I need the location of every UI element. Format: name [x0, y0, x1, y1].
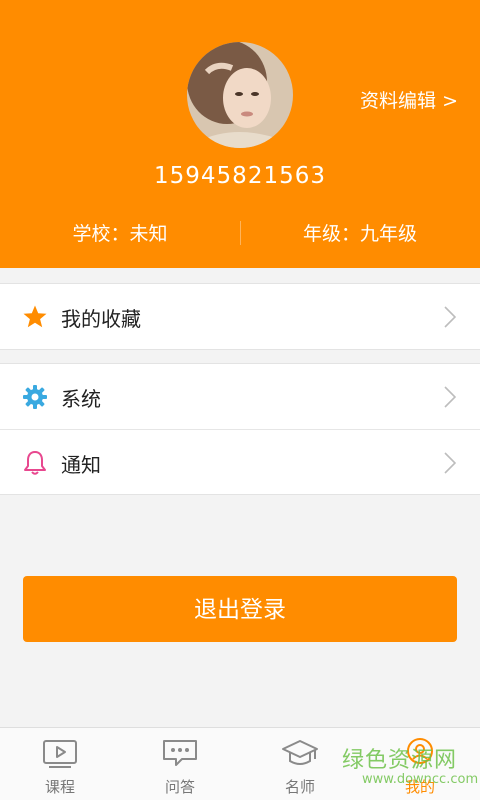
profile-info-row: 学校：未知 年级：九年级 [0, 219, 480, 247]
notifications-label: 通知 [61, 453, 101, 477]
watermark-url-text: www.downcc.com [362, 772, 479, 787]
gear-icon [23, 385, 47, 409]
favorites-label: 我的收藏 [61, 307, 141, 331]
logout-button[interactable]: 退出登录 [23, 576, 457, 642]
star-icon [23, 305, 47, 328]
avatar[interactable] [187, 42, 293, 148]
watermark-cn-text: 绿色资源网 [342, 748, 458, 773]
favorites-group: 我的收藏 [0, 283, 480, 350]
edit-profile-link[interactable]: 资料编辑 > [360, 86, 458, 113]
menu-item-system[interactable]: 系统 [0, 364, 480, 429]
settings-group: 系统 通知 [0, 363, 480, 495]
chevron-right-icon [444, 452, 456, 474]
tab-courses-label: 课程 [44, 778, 75, 796]
chat-bubble-icon [163, 740, 197, 766]
tab-qa-label: 问答 [164, 778, 195, 796]
tab-qa[interactable]: 问答 [120, 728, 240, 800]
play-video-icon [43, 740, 77, 768]
grade-info: 年级：九年级 [302, 223, 417, 245]
system-label: 系统 [61, 387, 101, 411]
phone-number: 15945821563 [154, 163, 326, 189]
graduation-cap-icon [282, 740, 318, 765]
profile-header: 资料编辑 > 15945821563 学校：未知 年级：九年级 [0, 0, 480, 268]
watermark: 绿色资源网 www.downcc.com [342, 742, 478, 794]
tab-courses[interactable]: 课程 [0, 728, 120, 800]
chevron-right-icon [444, 386, 456, 408]
menu-item-notifications[interactable]: 通知 [0, 429, 480, 494]
chevron-right-icon [444, 306, 456, 328]
bell-icon [24, 451, 46, 475]
menu-item-favorites[interactable]: 我的收藏 [0, 284, 480, 349]
school-info: 学校：未知 [72, 223, 168, 245]
